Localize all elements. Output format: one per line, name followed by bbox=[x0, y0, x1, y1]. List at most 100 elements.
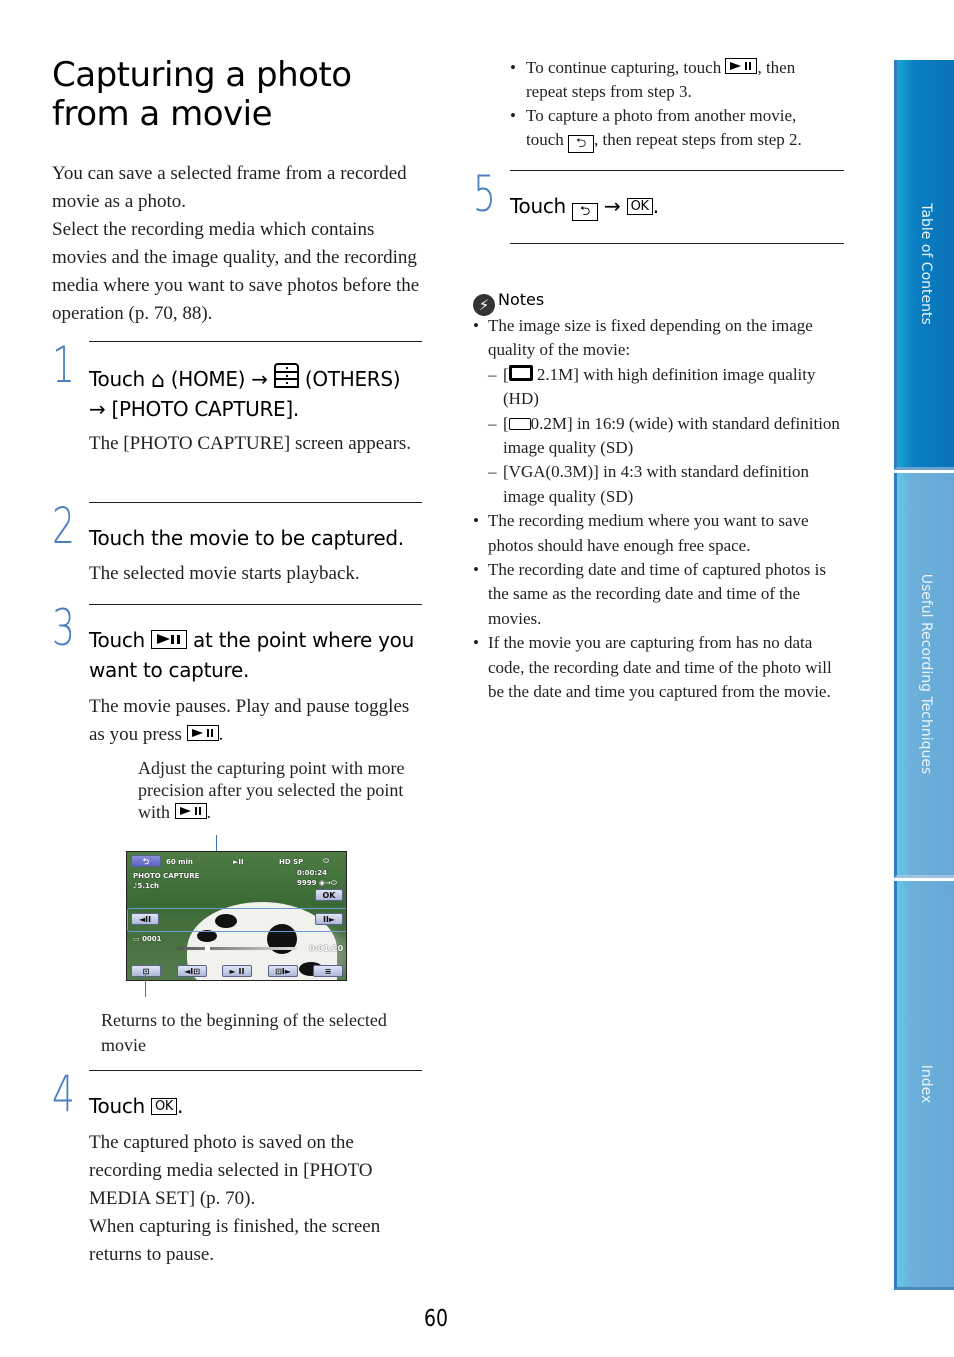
home-label: (HOME) bbox=[170, 367, 246, 391]
step-number: 2 bbox=[52, 497, 75, 555]
intro-paragraph-2: Select the recording media which contain… bbox=[52, 219, 420, 324]
return-icon: ⮌ bbox=[571, 203, 598, 221]
page-number: 60 bbox=[424, 1306, 449, 1332]
notes-list: The image size is fixed depending on the… bbox=[473, 314, 843, 705]
tab-label: Useful Recording Techniques bbox=[917, 573, 934, 775]
ok-icon: OK bbox=[626, 198, 653, 215]
step-heading: Touch ⌂ (HOME) → (OTHERS) → [PHOTO CAPTU… bbox=[89, 363, 429, 424]
bullet-text: To continue capturing, touch bbox=[526, 58, 722, 77]
step-2: 2 Touch the movie to be captured. The se… bbox=[52, 498, 422, 592]
note-subitem: [ 2.1M] with high definition image quali… bbox=[473, 363, 843, 412]
notes-icon: ⚡ bbox=[473, 294, 495, 316]
media-icon: ⬭ bbox=[323, 857, 329, 865]
notes-heading: ⚡ Notes bbox=[473, 289, 544, 316]
note-item: The recording date and time of captured … bbox=[473, 558, 843, 631]
elapsed-time: 0:00:24 bbox=[297, 869, 327, 877]
period: . bbox=[218, 724, 224, 745]
previous-button[interactable]: ◄I⊡ bbox=[177, 965, 207, 977]
step-number: 4 bbox=[52, 1065, 75, 1123]
frame-adjust-highlight bbox=[127, 908, 346, 932]
bullet-item: To capture a photo from another movie, t… bbox=[510, 104, 830, 153]
tab-index[interactable]: Index bbox=[894, 881, 954, 1290]
note-subitem: [0.2M] in 16:9 (wide) with standard defi… bbox=[473, 412, 843, 461]
note-subitem-text: 2.1M] with high definition image quality… bbox=[503, 364, 816, 409]
step-divider bbox=[89, 502, 422, 503]
note-subitem: [VGA(0.3M)] in 4:3 with standard definit… bbox=[473, 460, 843, 509]
play-pause-button[interactable]: ► II bbox=[222, 965, 252, 977]
return-button[interactable]: ⮌ bbox=[131, 855, 161, 867]
total-time: 0:01:20 bbox=[309, 944, 344, 953]
tab-label: Table of Contents bbox=[917, 202, 934, 325]
frame-back-button[interactable]: ◄II bbox=[131, 913, 159, 925]
step-body: The selected movie starts playback. bbox=[89, 563, 360, 584]
step-heading: Touch OK. bbox=[89, 1091, 429, 1121]
step-4: 4 Touch OK. The captured photo is saved … bbox=[52, 1066, 422, 1270]
leader-line-bottom bbox=[145, 975, 146, 997]
step-5: 5 Touch ⮌ → OK. bbox=[473, 166, 844, 245]
photo-capture-label: [PHOTO CAPTURE]. bbox=[111, 397, 300, 421]
note-item: The recording medium where you want to s… bbox=[473, 509, 843, 558]
progress-bar[interactable] bbox=[177, 947, 297, 950]
bullet-item: To continue capturing, touch , then repe… bbox=[510, 56, 830, 104]
bullet-text: , then repeat steps from step 2. bbox=[594, 130, 802, 149]
others-icon bbox=[273, 363, 299, 388]
step-number: 1 bbox=[52, 336, 75, 394]
step-heading-text: Touch bbox=[510, 194, 566, 218]
arrow-icon: → bbox=[251, 367, 268, 391]
step-divider bbox=[89, 341, 422, 342]
step-heading: Touch at the point where you want to cap… bbox=[89, 625, 429, 685]
wide-sd-icon bbox=[508, 417, 531, 430]
period: . bbox=[177, 1094, 184, 1118]
file-number-value: 0001 bbox=[142, 935, 162, 943]
step-body: The captured photo is saved on the recor… bbox=[89, 1129, 429, 1269]
step-divider bbox=[89, 1070, 422, 1071]
battery-indicator: 60 min bbox=[166, 858, 193, 866]
step-divider bbox=[89, 604, 422, 605]
tab-label: Index bbox=[917, 1064, 934, 1104]
tab-table-of-contents[interactable]: Table of Contents bbox=[894, 60, 954, 470]
file-number: ▭ 0001 bbox=[133, 935, 162, 943]
arrow-icon: → bbox=[604, 194, 621, 218]
play-pause-icon bbox=[725, 58, 758, 74]
progress-knob[interactable] bbox=[205, 945, 210, 952]
camera-screen-illustration: ⮌ 60 min ►II HD SP ⬭ PHOTO CAPTURE ♪5.1c… bbox=[126, 851, 347, 981]
home-icon: ⌂ bbox=[150, 368, 165, 393]
tab-useful-recording-techniques[interactable]: Useful Recording Techniques bbox=[894, 473, 954, 878]
continue-bullets: To continue capturing, touch , then repe… bbox=[510, 56, 830, 153]
play-state-indicator: ►II bbox=[233, 858, 244, 866]
quality-indicator: HD SP bbox=[279, 858, 304, 866]
title-line-2: from a movie bbox=[52, 94, 272, 134]
wide-hd-icon bbox=[508, 364, 533, 381]
frame-forward-button[interactable]: II► bbox=[315, 913, 343, 925]
play-pause-icon bbox=[150, 630, 187, 649]
step-divider bbox=[510, 170, 844, 171]
go-to-start-button[interactable]: ⊡ bbox=[131, 965, 161, 977]
step-number: 3 bbox=[52, 599, 75, 657]
play-pause-icon bbox=[174, 803, 207, 819]
step-heading-text: Touch bbox=[89, 1094, 145, 1118]
note-subitem-text: 0.2M] in 16:9 (wide) with standard defin… bbox=[503, 413, 840, 458]
title-line-1: Capturing a photo bbox=[52, 55, 352, 95]
step-body-text: The movie pauses. Play and pause toggles… bbox=[89, 696, 410, 745]
step-heading: Touch ⮌ → OK. bbox=[510, 191, 850, 221]
intro-text: You can save a selected frame from a rec… bbox=[52, 160, 422, 328]
step-3: 3 Touch at the point where you want to c… bbox=[52, 600, 424, 754]
return-icon: ⮌ bbox=[568, 135, 595, 153]
intro-paragraph-1: You can save a selected frame from a rec… bbox=[52, 163, 407, 212]
step-1: 1 Touch ⌂ (HOME) → (OTHERS) → [PHOTO CAP… bbox=[52, 337, 422, 491]
ok-button[interactable]: OK bbox=[315, 889, 343, 901]
notes-heading-text: Notes bbox=[498, 290, 545, 309]
step-body-paragraph: When capturing is finished, the screen r… bbox=[89, 1216, 381, 1265]
next-button[interactable]: ⊡I► bbox=[268, 965, 298, 977]
note-item: If the movie you are capturing from has … bbox=[473, 631, 843, 704]
option-button[interactable]: ≡ bbox=[313, 965, 343, 977]
step-body: The movie pauses. Play and pause toggles… bbox=[89, 693, 424, 749]
play-pause-icon bbox=[186, 725, 219, 741]
period: . bbox=[652, 194, 659, 218]
ok-icon: OK bbox=[150, 1098, 178, 1115]
mode-label: PHOTO CAPTURE bbox=[133, 872, 200, 880]
step-heading-text: Touch bbox=[89, 367, 145, 391]
callout-return-start: Returns to the beginning of the selected… bbox=[101, 1010, 387, 1055]
arrow-icon: → bbox=[89, 397, 106, 421]
page-title: Capturing a photo from a movie bbox=[52, 56, 452, 134]
